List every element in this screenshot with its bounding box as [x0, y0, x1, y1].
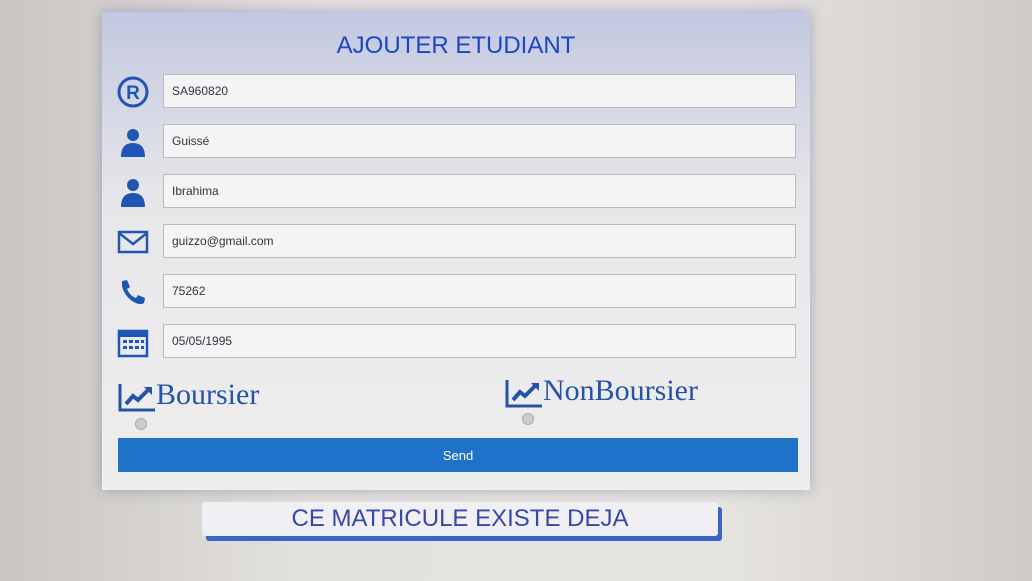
email-input[interactable] [163, 224, 796, 258]
svg-text:R: R [126, 83, 140, 104]
email-row [116, 224, 796, 260]
phone-row [116, 274, 796, 310]
envelope-icon [117, 230, 149, 254]
phone-input[interactable] [163, 274, 796, 308]
birthdate-row [116, 324, 796, 360]
boursier-radio[interactable] [135, 418, 147, 430]
chart-line-icon [118, 384, 155, 412]
chart-line-icon [505, 380, 542, 408]
add-student-form: AJOUTER ETUDIANT R Boursier NonBoursier … [102, 12, 810, 490]
user-icon [121, 179, 145, 207]
nom-row [116, 124, 796, 160]
registered-icon: R [117, 76, 149, 108]
matricule-input[interactable] [163, 74, 796, 108]
user-icon [121, 129, 145, 157]
phone-icon [122, 280, 145, 305]
nonboursier-label: NonBoursier [505, 374, 698, 408]
matricule-row: R [116, 74, 796, 110]
calendar-icon [117, 329, 149, 358]
error-message: CE MATRICULE EXISTE DEJA [202, 502, 718, 536]
birthdate-input[interactable] [163, 324, 796, 358]
prenom-row [116, 174, 796, 210]
form-title: AJOUTER ETUDIANT [336, 32, 576, 59]
nom-input[interactable] [163, 124, 796, 158]
nonboursier-radio[interactable] [522, 413, 534, 425]
boursier-label: Boursier [118, 378, 259, 412]
send-button[interactable]: Send [118, 438, 798, 472]
prenom-input[interactable] [163, 174, 796, 208]
